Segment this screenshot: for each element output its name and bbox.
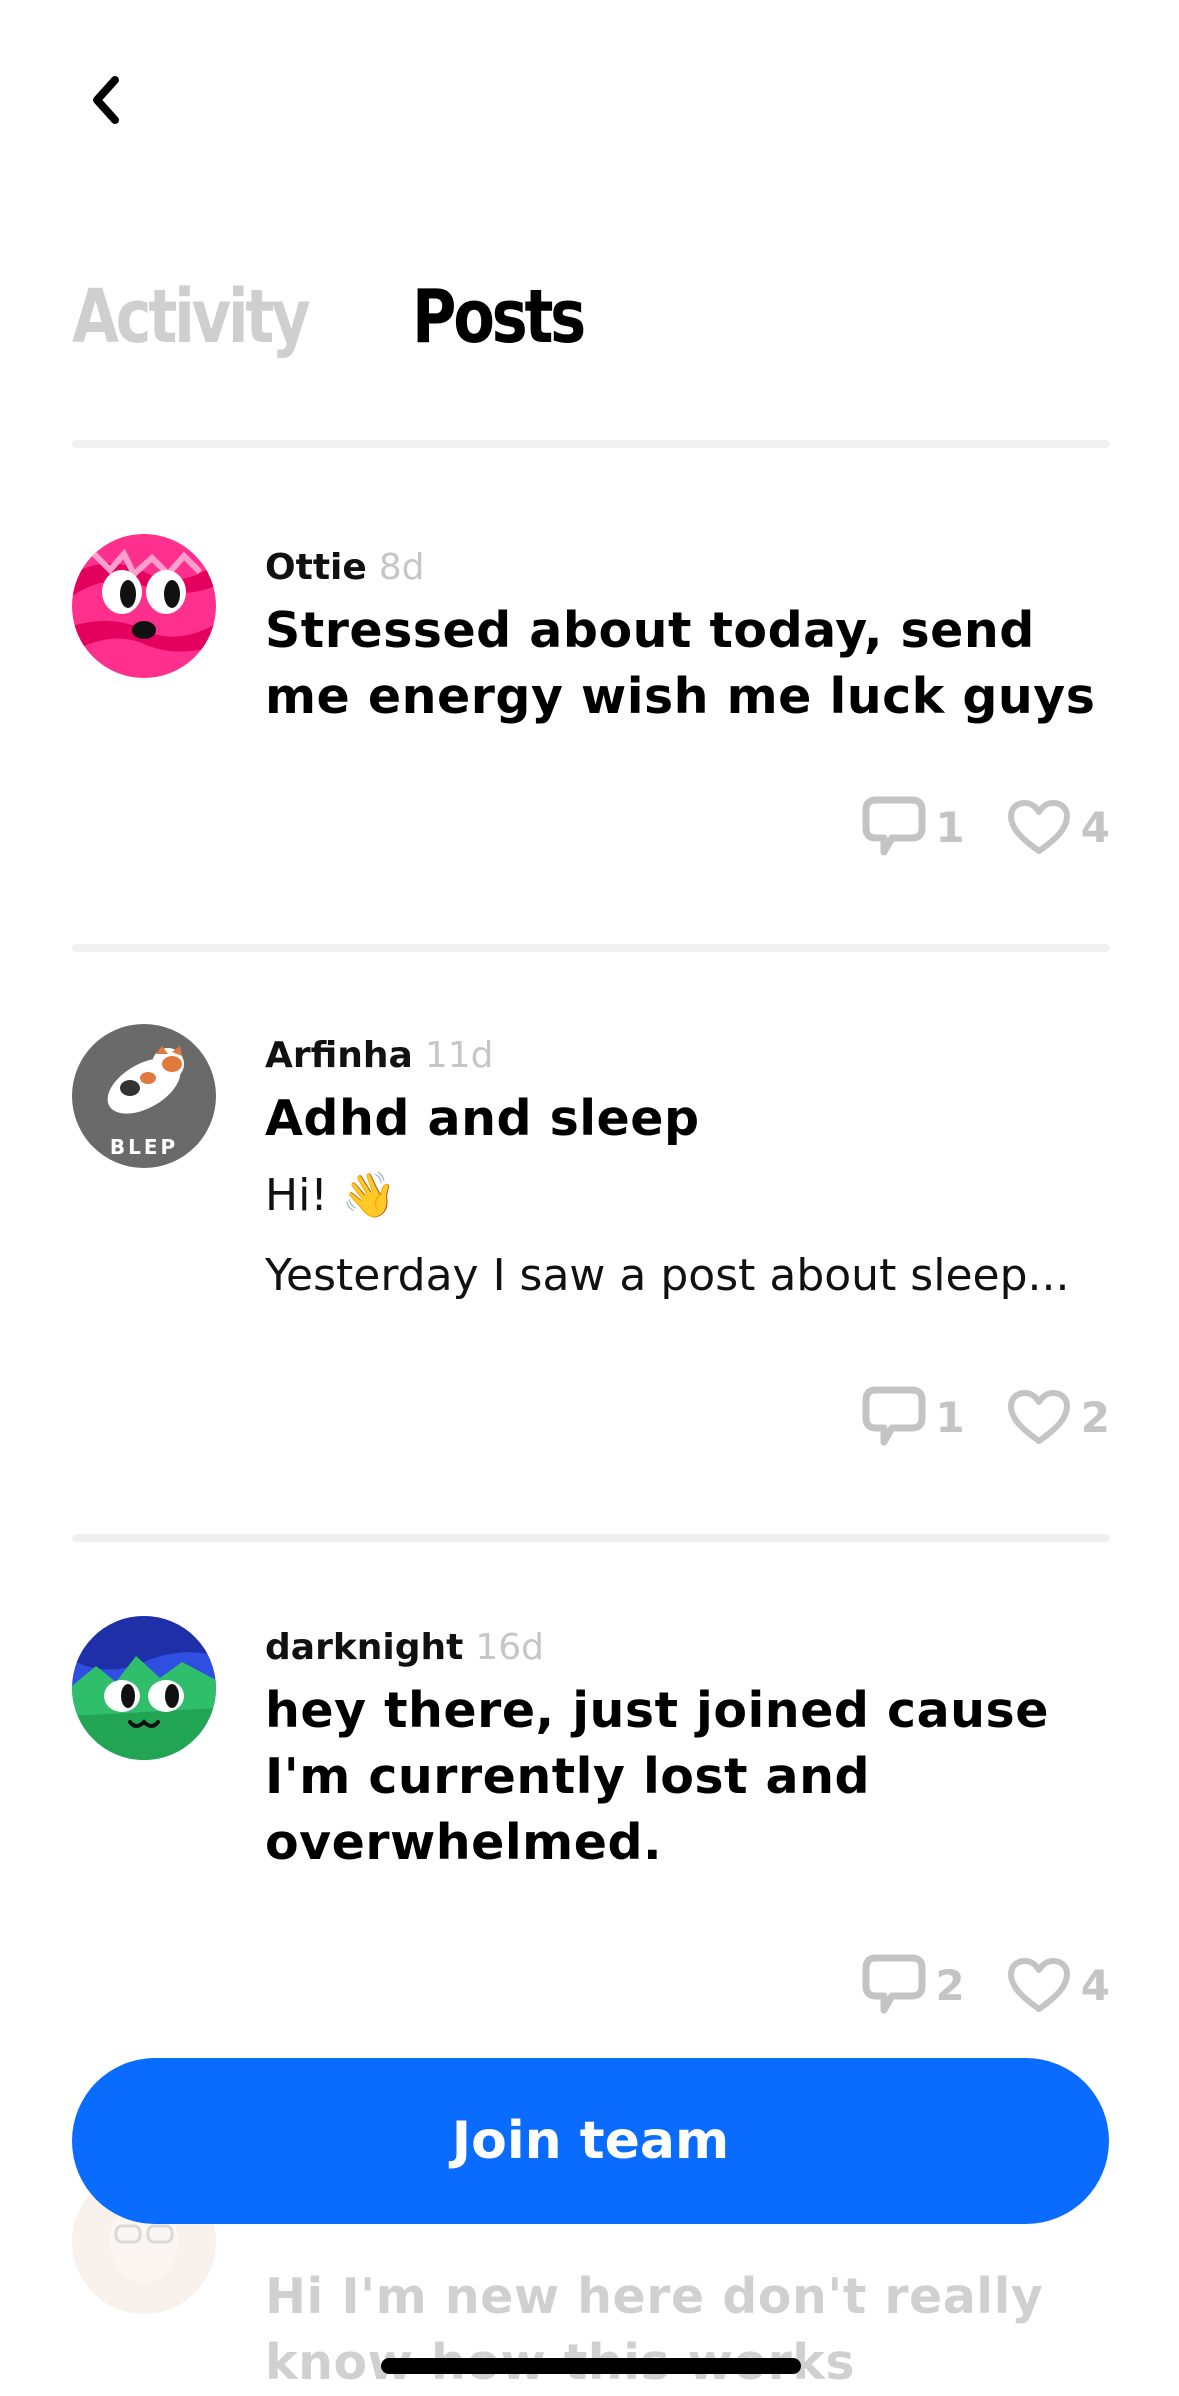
post-meta: darknight 16d — [265, 1626, 1110, 1670]
comment-count: 1 — [935, 1392, 965, 1442]
post-divider — [72, 944, 1110, 952]
heart-icon[interactable] — [1007, 799, 1071, 855]
post-meta: Arfinha 11d — [265, 1034, 1110, 1078]
tabs-divider — [72, 440, 1110, 448]
post-author: darknight — [265, 1627, 464, 1668]
post-item[interactable]: BLEP Arfinha 11d Adhd and sleep Hi! 👋 Yes… — [72, 1024, 1110, 1524]
like-count: 2 — [1080, 1392, 1110, 1442]
tab-posts[interactable]: Posts — [412, 280, 586, 354]
post-excerpt-line: Hi! 👋 — [265, 1170, 397, 1221]
back-button[interactable] — [78, 70, 134, 130]
svg-text:BLEP: BLEP — [110, 1135, 178, 1159]
comment-icon[interactable] — [862, 1954, 926, 2016]
tab-bar: Activity Posts — [72, 280, 586, 354]
post-title: hey there, just joined cause I'm current… — [265, 1682, 1049, 1871]
post-age: 11d — [424, 1035, 494, 1076]
avatar — [72, 534, 216, 678]
post-divider — [72, 1534, 1110, 1542]
post-age: 16d — [475, 1627, 545, 1668]
join-team-button[interactable]: Join team — [72, 2058, 1109, 2224]
home-indicator — [381, 2358, 801, 2374]
post-item[interactable]: darknight 16d hey there, just joined caus… — [72, 1616, 1110, 2036]
heart-icon[interactable] — [1007, 1957, 1071, 2013]
comment-icon[interactable] — [862, 1386, 926, 1448]
post-title: Adhd and sleep — [265, 1090, 700, 1147]
post-author: Arfinha — [265, 1035, 413, 1076]
post-stats: 2 4 — [862, 1954, 1110, 2016]
avatar: BLEP — [72, 1024, 216, 1168]
chevron-left-icon — [93, 76, 119, 124]
avatar — [72, 1616, 216, 1760]
like-count: 4 — [1080, 802, 1110, 852]
post-stats: 1 4 — [862, 796, 1110, 858]
like-count: 4 — [1080, 1960, 1110, 2010]
post-excerpt-line: Yesterday I saw a post about sleep... — [265, 1250, 1070, 1301]
post-title: Hi I'm new here don't really know how th… — [265, 2268, 1044, 2391]
post-item[interactable]: Ottie 8d Stressed about today, send me en… — [72, 534, 1110, 914]
heart-icon[interactable] — [1007, 1389, 1071, 1445]
post-stats: 1 2 — [862, 1386, 1110, 1448]
tab-activity[interactable]: Activity — [72, 280, 311, 354]
comment-count: 1 — [935, 802, 965, 852]
post-age: 8d — [378, 547, 425, 588]
post-title: Stressed about today, send me energy wis… — [265, 602, 1096, 725]
post-author: Ottie — [265, 547, 367, 588]
post-meta: Ottie 8d — [265, 546, 1110, 590]
comment-icon[interactable] — [862, 796, 926, 858]
comment-count: 2 — [935, 1960, 965, 2010]
